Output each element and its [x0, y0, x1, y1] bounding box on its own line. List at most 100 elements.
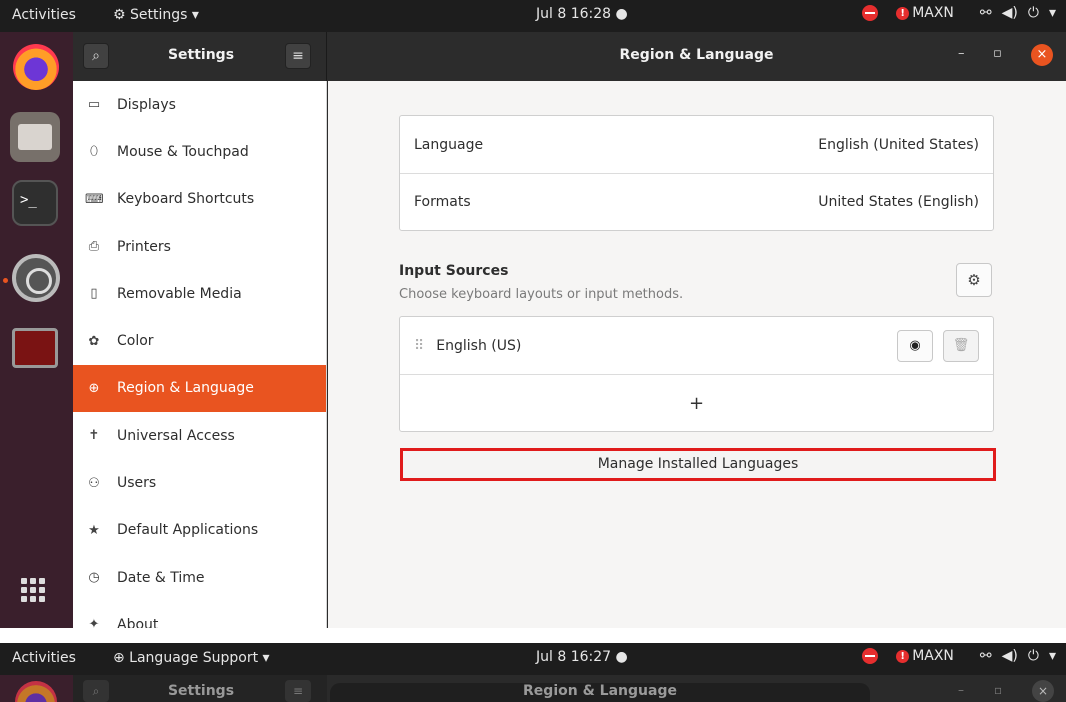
add-icon: + — [688, 392, 705, 414]
sidebar-item-date-time[interactable]: ◷ Date & Time — [73, 554, 326, 601]
sidebar-item-mouse-touchpad[interactable]: ⬯ Mouse & Touchpad — [73, 128, 326, 175]
accessibility-icon: ✝ — [88, 428, 100, 444]
sidebar-item-region-language[interactable]: ⊕ Region & Language — [73, 364, 326, 413]
firefox-icon[interactable] — [15, 681, 57, 702]
sidebar-item-label: Default Applications — [117, 522, 259, 539]
usb-drive-icon: ▯ — [90, 286, 98, 302]
language-row[interactable]: Language English (United States) — [400, 116, 993, 173]
manage-installed-languages-button[interactable]: Manage Installed Languages — [400, 448, 996, 481]
close-button[interactable]: × — [1031, 44, 1053, 66]
sidebar-item-universal-access[interactable]: ✝ Universal Access — [73, 412, 326, 459]
sidebar-item-label: Date & Time — [117, 569, 205, 586]
system-tray: ! MAXN ⚯ ◀) ⏻ ▾ — [862, 648, 1056, 664]
window-title: Region & Language — [523, 683, 677, 699]
clock[interactable]: Jul 8 16:27 ● — [536, 649, 628, 665]
settings-app-icon[interactable] — [12, 254, 60, 302]
power-icon[interactable]: ⏻ — [1028, 5, 1039, 21]
warning-icon: ! — [896, 649, 910, 663]
formats-value: United States (English) — [818, 194, 979, 210]
input-sources-card: ⠿ English (US) ◉ 🗑 + — [399, 316, 994, 432]
sidebar-item-displays[interactable]: ▭ Displays — [73, 81, 326, 128]
system-tray: ! MAXN ⚯ ◀) ⏻ ▾ — [862, 5, 1056, 21]
search-button[interactable]: ⌕ — [83, 680, 109, 702]
do-not-disturb-icon[interactable] — [862, 5, 879, 21]
maximize-button[interactable]: ▫ — [993, 46, 1002, 61]
sidebar-item-label: Mouse & Touchpad — [117, 143, 249, 160]
power-mode-label: MAXN — [912, 5, 954, 21]
info-icon: ✦ — [88, 617, 100, 628]
top-bar: Activities ⚙ Settings ▾ Jul 8 16:28 ● ! … — [0, 0, 1066, 32]
close-button[interactable]: × — [1032, 680, 1054, 702]
sidebar-item-label: Printers — [117, 238, 171, 255]
sidebar-item-label: Removable Media — [117, 285, 242, 302]
star-icon: ★ — [88, 522, 100, 538]
search-button[interactable]: ⌕ — [83, 43, 109, 69]
sidebar-item-label: Keyboard Shortcuts — [117, 191, 255, 208]
warning-icon: ! — [896, 6, 910, 20]
activities-button[interactable]: Activities — [12, 650, 76, 666]
power-mode-label: MAXN — [912, 648, 954, 664]
remove-input-source-button[interactable]: 🗑 — [943, 329, 979, 362]
power-icon[interactable]: ⏻ — [1028, 648, 1039, 664]
app-menu[interactable]: ⊕ Language Support ▾ — [113, 650, 270, 666]
power-mode-indicator[interactable]: ! MAXN — [896, 648, 954, 664]
sidebar-item-about[interactable]: ✦ About — [73, 601, 326, 628]
second-window-partial: ⌕ Settings ≡ Region & Language – ▫ × — [0, 675, 1066, 702]
chevron-down-icon[interactable]: ▾ — [1049, 648, 1056, 664]
printer-icon: ⎙ — [88, 239, 100, 255]
input-sources-description: Choose keyboard layouts or input methods… — [399, 287, 684, 302]
files-icon[interactable] — [10, 112, 60, 162]
running-indicator — [3, 278, 8, 283]
app-menu-label: Settings ▾ — [130, 7, 199, 23]
add-input-source-row[interactable]: + — [400, 374, 993, 431]
formats-row[interactable]: Formats United States (English) — [400, 173, 993, 230]
maximize-button[interactable]: ▫ — [994, 683, 1002, 697]
clock[interactable]: Jul 8 16:28 ● — [536, 6, 628, 22]
clock-icon: ◷ — [88, 570, 100, 586]
sidebar-item-keyboard-shortcuts[interactable]: ⌨ Keyboard Shortcuts — [73, 176, 326, 223]
menu-button[interactable]: ≡ — [285, 43, 311, 69]
sidebar-title: Settings — [167, 683, 235, 699]
volume-icon[interactable]: ◀) — [1002, 648, 1018, 664]
users-icon: ⚇ — [88, 475, 100, 491]
region-language-panel: Language English (United States) Formats… — [328, 81, 1066, 628]
minimize-button[interactable]: – — [958, 683, 964, 697]
input-source-name: English (US) — [436, 337, 522, 354]
sidebar-header: ⌕ Settings ≡ — [73, 675, 327, 702]
sidebar-item-default-applications[interactable]: ★ Default Applications — [73, 507, 326, 554]
window-title: Region & Language — [619, 47, 774, 63]
system-monitor-icon[interactable] — [12, 328, 58, 368]
color-icon: ✿ — [88, 333, 100, 349]
globe-icon: ⊕ — [88, 380, 100, 396]
sidebar-item-label: Universal Access — [117, 427, 235, 444]
menu-button[interactable]: ≡ — [285, 680, 311, 702]
sidebar-item-color[interactable]: ✿ Color — [73, 317, 326, 364]
drag-handle-icon[interactable]: ⠿ — [414, 338, 424, 354]
gear-icon: ⚙ — [967, 271, 981, 289]
sidebar-header: ⌕ Settings ≡ — [73, 32, 327, 81]
network-icon[interactable]: ⚯ — [980, 648, 992, 664]
chevron-down-icon[interactable]: ▾ — [1049, 5, 1056, 21]
input-source-options-button[interactable]: ⚙ — [956, 263, 992, 297]
sidebar-item-users[interactable]: ⚇ Users — [73, 459, 326, 506]
input-source-row[interactable]: ⠿ English (US) ◉ 🗑 — [400, 317, 993, 374]
firefox-icon[interactable] — [13, 44, 59, 90]
terminal-icon[interactable]: >_ — [12, 180, 58, 226]
sidebar-item-printers[interactable]: ⎙ Printers — [73, 223, 326, 270]
minimize-button[interactable]: – — [958, 46, 965, 61]
screenshot-separator — [0, 628, 1066, 643]
formats-label: Formats — [414, 194, 471, 210]
do-not-disturb-icon[interactable] — [862, 648, 879, 664]
search-icon: ⌕ — [92, 48, 100, 64]
sidebar-item-removable-media[interactable]: ▯ Removable Media — [73, 270, 326, 317]
preview-layout-button[interactable]: ◉ — [897, 329, 933, 362]
language-formats-card: Language English (United States) Formats… — [399, 115, 994, 231]
input-source-actions: ◉ 🗑 — [897, 329, 979, 362]
app-menu[interactable]: ⚙ Settings ▾ — [113, 7, 199, 23]
show-applications-icon[interactable] — [21, 578, 45, 602]
volume-icon[interactable]: ◀) — [1002, 5, 1018, 21]
network-icon[interactable]: ⚯ — [980, 5, 992, 21]
activities-button[interactable]: Activities — [12, 7, 76, 23]
power-mode-indicator[interactable]: ! MAXN — [896, 5, 954, 21]
mouse-icon: ⬯ — [89, 144, 99, 160]
